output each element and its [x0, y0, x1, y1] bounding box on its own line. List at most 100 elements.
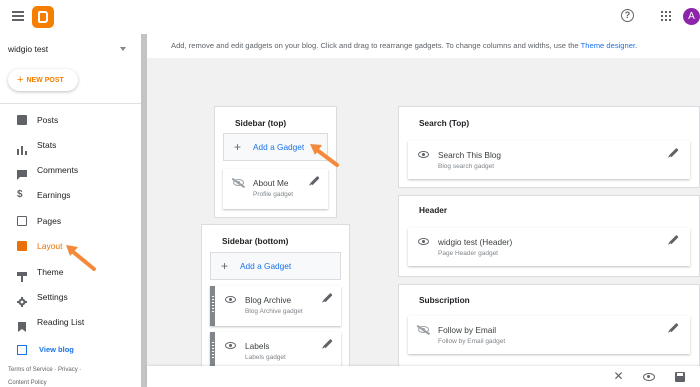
- sidebar-item-settings[interactable]: Settings: [0, 285, 141, 309]
- footer-links: Terms of Service · Privacy · Content Pol…: [8, 367, 82, 386]
- gadget-title: Search This Blog: [438, 150, 502, 160]
- section-header: Header widgio test (Header) Page Header …: [398, 195, 700, 277]
- eye-off-icon[interactable]: [418, 326, 429, 333]
- blog-name: widgio test: [8, 44, 49, 54]
- gadget-blog-archive[interactable]: Blog Archive Blog Archive gadget: [210, 286, 341, 326]
- gear-icon: [17, 292, 27, 307]
- view-blog-link[interactable]: View blog: [0, 340, 141, 360]
- top-bar: ? A: [0, 0, 700, 34]
- add-gadget-label: Add a Gadget: [253, 142, 305, 152]
- add-gadget-label: Add a Gadget: [240, 261, 292, 271]
- blog-selector[interactable]: widgio test: [8, 44, 128, 58]
- section-title: Sidebar (bottom): [222, 236, 289, 246]
- blogger-logo[interactable]: [32, 6, 54, 28]
- eye-icon[interactable]: [418, 151, 429, 158]
- section-title: Search (Top): [419, 118, 470, 128]
- new-post-button[interactable]: + NEW POST: [8, 69, 78, 91]
- sidebar-item-label: Comments: [37, 165, 79, 175]
- edit-pencil-icon[interactable]: [669, 322, 679, 333]
- section-sidebar-bottom: Sidebar (bottom) + Add a Gadget Blog Arc…: [201, 224, 350, 374]
- gadget-follow-by-email[interactable]: Follow by Email Follow by Email gadget: [408, 316, 690, 354]
- theme-icon: [17, 267, 27, 282]
- plus-icon: +: [234, 140, 242, 154]
- eye-off-icon[interactable]: [233, 179, 244, 186]
- plus-icon: +: [221, 259, 229, 273]
- eye-icon[interactable]: [418, 238, 429, 245]
- info-bar: Add, remove and edit gadgets on your blo…: [147, 34, 700, 58]
- edit-pencil-icon[interactable]: [323, 338, 333, 349]
- section-subscription: Subscription Follow by Email Follow by E…: [398, 284, 700, 379]
- sidebar-item-label: Reading List: [37, 317, 85, 327]
- open-external-icon: [17, 345, 27, 355]
- pages-icon: [17, 216, 27, 226]
- comments-icon: [17, 165, 27, 180]
- theme-designer-link[interactable]: Theme designer: [581, 41, 635, 50]
- help-icon[interactable]: ?: [621, 9, 634, 22]
- sidebar: widgio test + NEW POST Posts Stats Commen…: [0, 34, 141, 387]
- gadget-subtitle: Labels gadget: [245, 354, 286, 361]
- preview-icon[interactable]: [643, 373, 655, 381]
- divider: [0, 103, 141, 104]
- drag-handle[interactable]: [210, 286, 215, 326]
- gadget-page-header[interactable]: widgio test (Header) Page Header gadget: [408, 228, 690, 266]
- stats-icon: [17, 140, 27, 155]
- section-title: Header: [419, 205, 448, 215]
- terms-link[interactable]: Terms of Service: [8, 367, 53, 373]
- bookmark-icon: [17, 317, 27, 332]
- gadget-title: About Me: [253, 178, 289, 188]
- gadget-subtitle: Blog Archive gadget: [245, 308, 303, 315]
- sidebar-item-comments[interactable]: Comments: [0, 158, 141, 182]
- sidebar-item-earnings[interactable]: $ Earnings: [0, 183, 141, 207]
- sidebar-item-label: Layout: [37, 241, 63, 251]
- sidebar-item-label: Settings: [37, 292, 68, 302]
- save-icon[interactable]: [675, 372, 685, 382]
- sidebar-item-label: Earnings: [37, 190, 71, 200]
- sidebar-item-posts[interactable]: Posts: [0, 108, 141, 132]
- edit-pencil-icon[interactable]: [669, 147, 679, 158]
- gadget-title: Follow by Email: [438, 325, 497, 335]
- sidebar-item-reading-list[interactable]: Reading List: [0, 310, 141, 334]
- close-icon[interactable]: ✕: [613, 370, 624, 382]
- edit-pencil-icon[interactable]: [669, 234, 679, 245]
- gadget-about-me[interactable]: About Me Profile gadget: [223, 169, 328, 209]
- plus-icon: +: [17, 74, 24, 86]
- hamburger-menu-icon[interactable]: [12, 11, 24, 21]
- gadget-title: Blog Archive: [245, 295, 292, 305]
- avatar[interactable]: A: [683, 8, 700, 25]
- sidebar-item-label: Posts: [37, 115, 59, 125]
- gadget-search-this-blog[interactable]: Search This Blog Blog search gadget: [408, 141, 690, 179]
- gadget-title: widgio test (Header): [438, 237, 513, 247]
- sidebar-item-stats[interactable]: Stats: [0, 133, 141, 157]
- section-title: Subscription: [419, 295, 470, 305]
- annotation-arrow: [310, 144, 339, 167]
- gadget-subtitle: Profile gadget: [253, 191, 294, 198]
- sidebar-item-label: Theme: [37, 267, 64, 277]
- gadget-subtitle: Page Header gadget: [438, 250, 498, 257]
- posts-icon: [17, 115, 27, 125]
- info-text-end: .: [635, 41, 638, 50]
- edit-pencil-icon[interactable]: [310, 175, 320, 186]
- layout-icon: [17, 241, 27, 251]
- add-gadget-button[interactable]: + Add a Gadget: [210, 252, 341, 280]
- gadget-subtitle: Follow by Email gadget: [438, 338, 506, 345]
- info-text: Add, remove and edit gadgets on your blo…: [171, 41, 581, 50]
- bottom-action-bar: ✕: [147, 366, 700, 387]
- layout-main: Add, remove and edit gadgets on your blo…: [147, 34, 700, 387]
- gadget-subtitle: Blog search gadget: [438, 163, 495, 170]
- content-policy-link[interactable]: Content Policy: [8, 380, 47, 386]
- sidebar-item-label: Stats: [37, 140, 57, 150]
- annotation-arrow: [66, 245, 96, 271]
- new-post-label: NEW POST: [26, 77, 64, 84]
- edit-pencil-icon[interactable]: [323, 292, 333, 303]
- view-blog-label: View blog: [39, 345, 74, 354]
- dollar-icon: $: [17, 189, 23, 200]
- apps-grid-icon[interactable]: [661, 11, 671, 21]
- sidebar-item-pages[interactable]: Pages: [0, 209, 141, 233]
- privacy-link[interactable]: Privacy: [58, 367, 78, 373]
- section-search-top: Search (Top) Search This Blog Blog searc…: [398, 106, 700, 188]
- eye-icon[interactable]: [225, 342, 236, 349]
- section-title: Sidebar (top): [235, 118, 287, 128]
- gadget-title: Labels: [245, 341, 270, 351]
- eye-icon[interactable]: [225, 296, 236, 303]
- sidebar-item-label: Pages: [37, 216, 62, 226]
